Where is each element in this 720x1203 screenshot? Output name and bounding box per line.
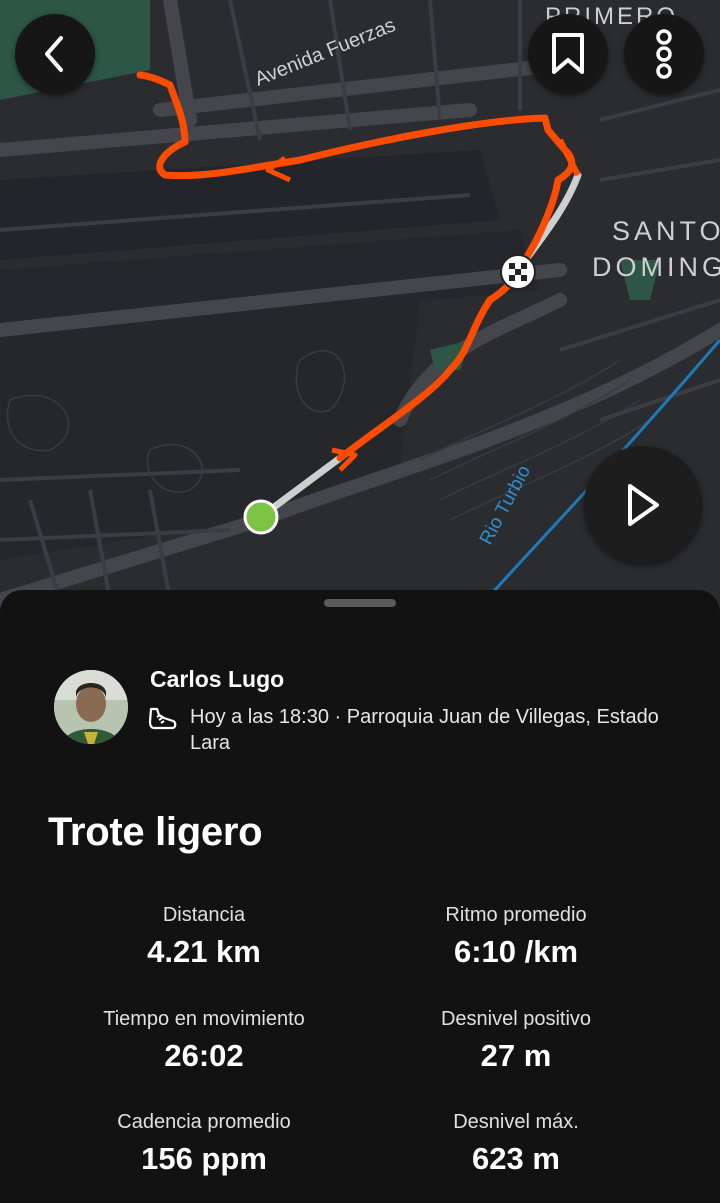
stat-value: 156 ppm [141,1141,267,1176]
avatar[interactable] [54,670,128,744]
stat-moving-time: Tiempo en movimiento 26:02 [54,1008,354,1074]
bookmark-icon [552,33,584,74]
stat-label: Distancia [162,904,246,926]
stat-max-elevation: Desnivel máx. 623 m [366,1111,666,1177]
stat-pace: Ritmo promedio 6:10 /km [366,904,666,970]
stat-elevation-gain: Desnivel positivo 27 m [366,1008,666,1074]
more-vertical-icon [656,29,672,79]
stat-cadence: Cadencia promedio 156 ppm [54,1111,354,1177]
stat-value: 623 m [472,1141,560,1176]
activity-title: Trote ligero [48,810,263,854]
activity-meta: Hoy a las 18:30 · Parroquia Juan de Vill… [148,704,668,756]
finish-marker [500,254,536,290]
stat-label: Ritmo promedio [445,904,587,926]
athlete-name[interactable]: Carlos Lugo [150,666,284,693]
stat-value: 4.21 km [147,934,261,969]
stat-label: Desnivel positivo [440,1008,592,1030]
map-label-district-right-1: SANTO [612,216,720,246]
shoe-icon [148,707,177,730]
play-flyover-button[interactable] [584,446,702,564]
drag-handle[interactable] [324,599,396,607]
stat-value: 26:02 [164,1038,244,1073]
bookmark-button[interactable] [528,14,608,94]
play-icon [628,484,659,526]
stat-label: Cadencia promedio [117,1111,291,1133]
stat-value: 27 m [480,1038,552,1073]
activity-sheet: Carlos Lugo Hoy a las 18:30 · Parroquia … [0,590,720,1203]
back-button[interactable] [15,14,95,94]
more-options-button[interactable] [624,14,704,94]
stat-label: Desnivel máx. [453,1111,579,1133]
stat-label: Tiempo en movimiento [103,1008,305,1030]
chevron-left-icon [45,36,63,72]
map-label-district-right-2: DOMING [592,252,720,282]
activity-date-location: Hoy a las 18:30 · Parroquia Juan de Vill… [190,706,659,754]
start-marker [243,499,279,535]
stat-distance: Distancia 4.21 km [54,904,354,970]
stat-value: 6:10 /km [453,934,579,969]
